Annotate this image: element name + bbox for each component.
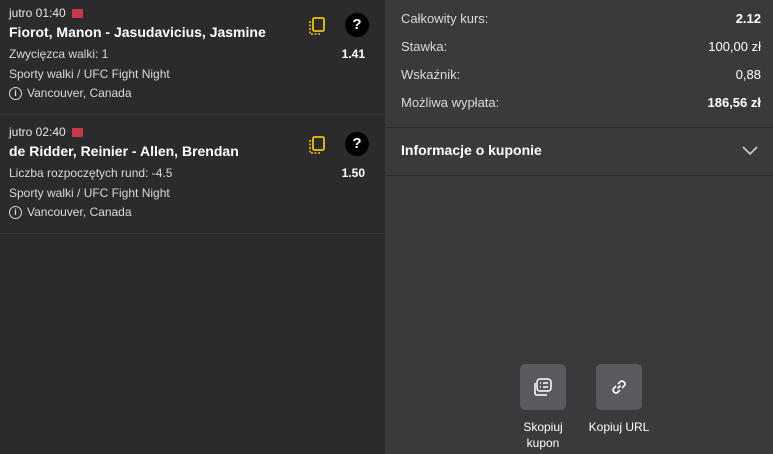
help-icon[interactable]: ? <box>345 13 369 37</box>
stake-row: Stawka: 100,00 zł <box>401 36 761 56</box>
help-icon[interactable]: ? <box>345 132 369 156</box>
index-label: Wskaźnik: <box>401 66 461 82</box>
bet-odds: 1.50 <box>341 166 365 180</box>
stake-value: 100,00 zł <box>708 38 761 54</box>
copy-coupon-button[interactable] <box>520 364 566 410</box>
bet-odds: 1.41 <box>341 47 365 61</box>
bet-item[interactable]: jutro 02:40 de Ridder, Reinier - Allen, … <box>0 119 385 234</box>
event-title[interactable]: Fiorot, Manon - Jasudavicius, Jasmine <box>9 24 266 40</box>
copy-coupon-icon <box>534 378 552 396</box>
copy-coupon-label-line2: kupon <box>526 436 560 450</box>
event-time: jutro 01:40 <box>9 6 83 20</box>
copy-coupon-label-line1: Skopiuj <box>523 420 563 434</box>
bet-sport: Sporty walki / UFC Fight Night <box>9 186 170 200</box>
bet-venue: i Vancouver, Canada <box>9 86 132 100</box>
venue-text: Vancouver, Canada <box>27 86 132 100</box>
bet-list-panel: jutro 01:40 Fiorot, Manon - Jasudavicius… <box>0 0 385 454</box>
copy-url-button[interactable] <box>596 364 642 410</box>
event-time: jutro 02:40 <box>9 125 83 139</box>
info-icon: i <box>9 205 22 219</box>
stake-label: Stawka: <box>401 38 448 54</box>
index-row: Wskaźnik: 0,88 <box>401 64 761 84</box>
event-title[interactable]: de Ridder, Reinier - Allen, Brendan <box>9 143 239 159</box>
coupon-info-toggle[interactable]: Informacje o kuponie <box>401 142 542 158</box>
payout-row: Możliwa wypłata: 186,56 zł <box>401 92 761 112</box>
copy-url-label[interactable]: Kopiuj URL <box>583 419 655 435</box>
payout-label: Możliwa wypłata: <box>401 94 500 110</box>
flag-icon <box>71 8 83 18</box>
bet-sport: Sporty walki / UFC Fight Night <box>9 67 170 81</box>
event-time-text: jutro 02:40 <box>9 125 66 139</box>
coupon-summary-panel: Całkowity kurs: 2.12 Stawka: 100,00 zł W… <box>386 0 773 454</box>
copy-coupon-label[interactable]: Skopiuj kupon <box>513 419 573 451</box>
bet-item[interactable]: jutro 01:40 Fiorot, Manon - Jasudavicius… <box>0 0 385 115</box>
total-odds-row: Całkowity kurs: 2.12 <box>401 8 761 28</box>
total-odds-label: Całkowity kurs: <box>401 10 489 26</box>
divider <box>386 175 773 176</box>
info-icon: i <box>9 86 22 100</box>
chevron-down-icon[interactable] <box>741 143 759 157</box>
copy-bet-icon[interactable] <box>308 135 328 157</box>
total-odds-value: 2.12 <box>735 10 761 26</box>
event-time-text: jutro 01:40 <box>9 6 66 20</box>
divider <box>386 127 773 128</box>
index-value: 0,88 <box>735 66 761 82</box>
bet-market: Liczba rozpoczętych rund: -4.5 <box>9 166 173 180</box>
bet-market: Zwycięzca walki: 1 <box>9 47 109 61</box>
copy-bet-icon[interactable] <box>308 16 328 38</box>
venue-text: Vancouver, Canada <box>27 205 132 219</box>
payout-value: 186,56 zł <box>707 94 762 110</box>
link-icon <box>612 380 626 394</box>
flag-icon <box>71 127 83 137</box>
bet-venue: i Vancouver, Canada <box>9 205 132 219</box>
